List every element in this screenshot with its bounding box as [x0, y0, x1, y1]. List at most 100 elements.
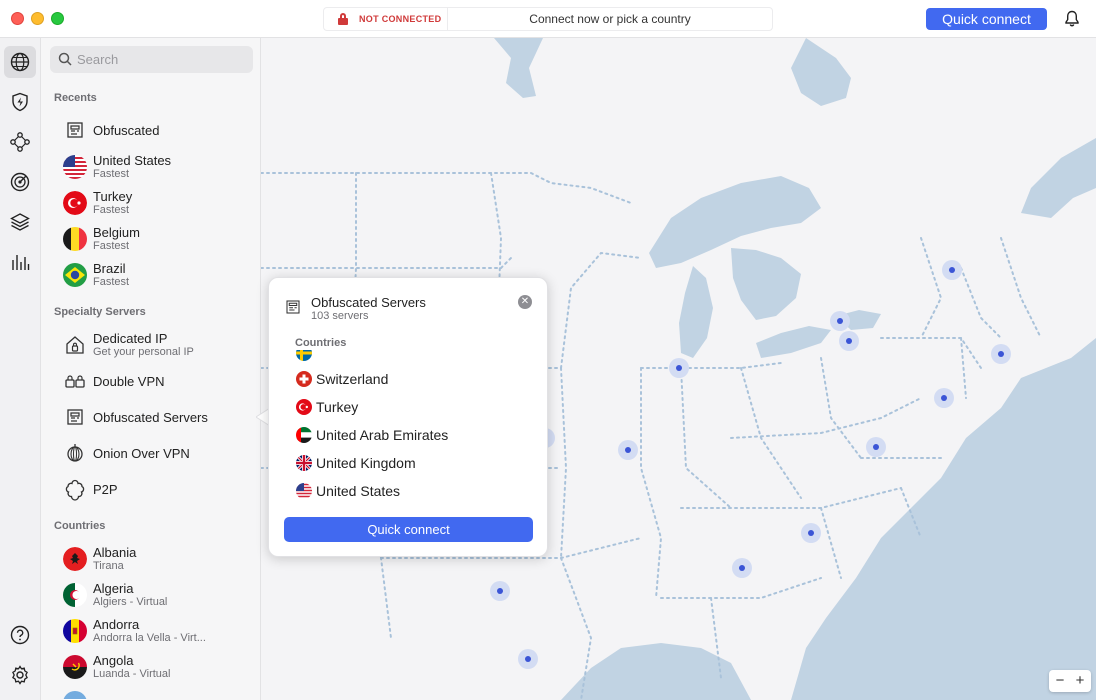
country-label: Angola	[93, 653, 134, 668]
zoom-window-button[interactable]	[51, 12, 64, 25]
water-north-west	[494, 38, 543, 98]
zoom-out-button[interactable]: −	[1050, 672, 1070, 689]
shield-bolt-icon[interactable]	[4, 86, 36, 118]
bell-icon[interactable]	[1064, 10, 1080, 28]
zoom-in-button[interactable]: +	[1070, 672, 1090, 689]
flag-uae-icon	[296, 427, 312, 443]
recent-label: Turkey	[93, 189, 133, 204]
recents-title: Recents	[54, 92, 97, 104]
country-sub: Tirana	[93, 560, 124, 572]
recent-label: Belgium	[93, 225, 140, 240]
popover-country-us[interactable]: United States	[296, 480, 536, 502]
specialty-title: Specialty Servers	[54, 306, 146, 318]
popover-country-label: Turkey	[316, 399, 359, 415]
recent-label: United States	[93, 153, 172, 168]
quick-connect-button[interactable]: Quick connect	[926, 8, 1047, 30]
connection-status: NOT CONNECTED	[324, 8, 448, 30]
connection-status-bar: NOT CONNECTED Connect now or pick a coun…	[323, 7, 773, 31]
flag-albania-icon	[63, 547, 87, 571]
popover-subtitle: 103 servers	[311, 310, 369, 322]
popover-country-label: United Kingdom	[316, 455, 416, 471]
search-icon	[58, 52, 72, 66]
onion-icon	[67, 444, 83, 462]
popover-quick-connect-button[interactable]: Quick connect	[284, 517, 533, 542]
specialty-item-double-vpn[interactable]: Double VPN	[41, 364, 260, 398]
flag-turkey-icon	[63, 191, 87, 215]
target-icon[interactable]	[4, 166, 36, 198]
minimize-window-button[interactable]	[31, 12, 44, 25]
popover-country-label: United Arab Emirates	[316, 427, 449, 443]
obfuscated-icon	[67, 409, 83, 425]
lake-huron	[731, 248, 801, 320]
meshnet-icon[interactable]	[4, 126, 36, 158]
lake-michigan	[679, 266, 713, 358]
flag-us-icon	[63, 155, 87, 179]
flag-uk-icon	[296, 455, 312, 471]
stats-icon[interactable]	[4, 246, 36, 278]
country-sub: Andorra la Vella - Virt...	[93, 632, 206, 644]
help-icon[interactable]	[4, 619, 36, 651]
zoom-controls: − +	[1049, 670, 1091, 692]
specialty-label: Dedicated IP	[93, 331, 168, 346]
recent-sub: Fastest	[93, 168, 130, 180]
popover-country-turkey[interactable]: Turkey	[296, 396, 536, 418]
popover-country-label: Switzerland	[316, 371, 389, 387]
recent-item-obfuscated[interactable]: Obfuscated	[41, 113, 260, 147]
recent-item-united-states[interactable]: United States Fastest	[41, 150, 260, 184]
countries-title: Countries	[54, 520, 106, 532]
obfuscated-icon	[67, 122, 83, 138]
recent-label: Obfuscated	[93, 123, 160, 138]
recent-label: Brazil	[93, 261, 126, 276]
popover-country-partial[interactable]	[296, 350, 536, 364]
lock-icon	[338, 13, 348, 25]
status-hint: Connect now or pick a country	[529, 12, 691, 26]
search-input[interactable]	[77, 50, 247, 69]
recent-item-turkey[interactable]: Turkey Fastest	[41, 186, 260, 220]
sidebar: Recents Obfuscated United States Fastest…	[41, 38, 261, 700]
water-northeast	[1021, 138, 1096, 218]
popover-country-list[interactable]: Switzerland Turkey United Arab Emirates …	[269, 350, 547, 508]
popover-country-label: United States	[316, 483, 401, 499]
country-item-andorra[interactable]: Andorra Andorra la Vella - Virt...	[41, 614, 260, 648]
icon-rail	[0, 38, 41, 700]
country-item-algeria[interactable]: Algeria Algiers - Virtual	[41, 578, 260, 612]
flag-argentina-icon	[63, 691, 87, 700]
flag-brazil-icon	[63, 263, 87, 287]
recent-sub: Fastest	[93, 204, 130, 216]
popover-title: Obfuscated Servers	[311, 295, 426, 310]
settings-icon[interactable]	[4, 659, 36, 691]
specialty-item-p2p[interactable]: P2P	[41, 472, 260, 506]
flag-turkey-icon	[296, 399, 312, 415]
double-vpn-icon	[65, 375, 85, 388]
flag-andorra-icon	[63, 619, 87, 643]
close-window-button[interactable]	[11, 12, 24, 25]
title-bar: NOT CONNECTED Connect now or pick a coun…	[0, 0, 1096, 38]
globe-icon[interactable]	[4, 46, 36, 78]
country-label: Albania	[93, 545, 137, 560]
specialty-item-dedicated-ip[interactable]: Dedicated IP Get your personal IP	[41, 328, 260, 362]
country-item-partial[interactable]	[41, 686, 260, 700]
specialty-label: Onion Over VPN	[93, 446, 190, 461]
flag-angola-icon	[63, 655, 87, 679]
status-text: NOT CONNECTED	[359, 14, 442, 24]
country-item-albania[interactable]: Albania Tirana	[41, 542, 260, 576]
country-item-angola[interactable]: Angola Luanda - Virtual	[41, 650, 260, 684]
popover-country-uae[interactable]: United Arab Emirates	[296, 424, 536, 446]
specialty-label: Obfuscated Servers	[93, 410, 208, 425]
layers-icon[interactable]	[4, 206, 36, 238]
gulf-of-mexico	[561, 643, 751, 700]
popover-countries-title: Countries	[295, 337, 347, 349]
specialty-sub: Get your personal IP	[93, 346, 194, 358]
specialty-label: Double VPN	[93, 374, 165, 389]
recent-item-brazil[interactable]: Brazil Fastest	[41, 258, 260, 292]
popover-country-uk[interactable]: United Kingdom	[296, 452, 536, 474]
flag-switzerland-icon	[296, 371, 312, 387]
obfuscated-icon	[286, 300, 300, 314]
specialty-item-obfuscated-servers[interactable]: Obfuscated Servers	[41, 400, 260, 434]
close-icon[interactable]: ✕	[518, 295, 532, 309]
popover-country-switzerland[interactable]: Switzerland	[296, 368, 536, 390]
specialty-item-onion-over-vpn[interactable]: Onion Over VPN	[41, 436, 260, 470]
recent-item-belgium[interactable]: Belgium Fastest	[41, 222, 260, 256]
country-sub: Luanda - Virtual	[93, 668, 171, 680]
country-label: Algeria	[93, 581, 134, 596]
